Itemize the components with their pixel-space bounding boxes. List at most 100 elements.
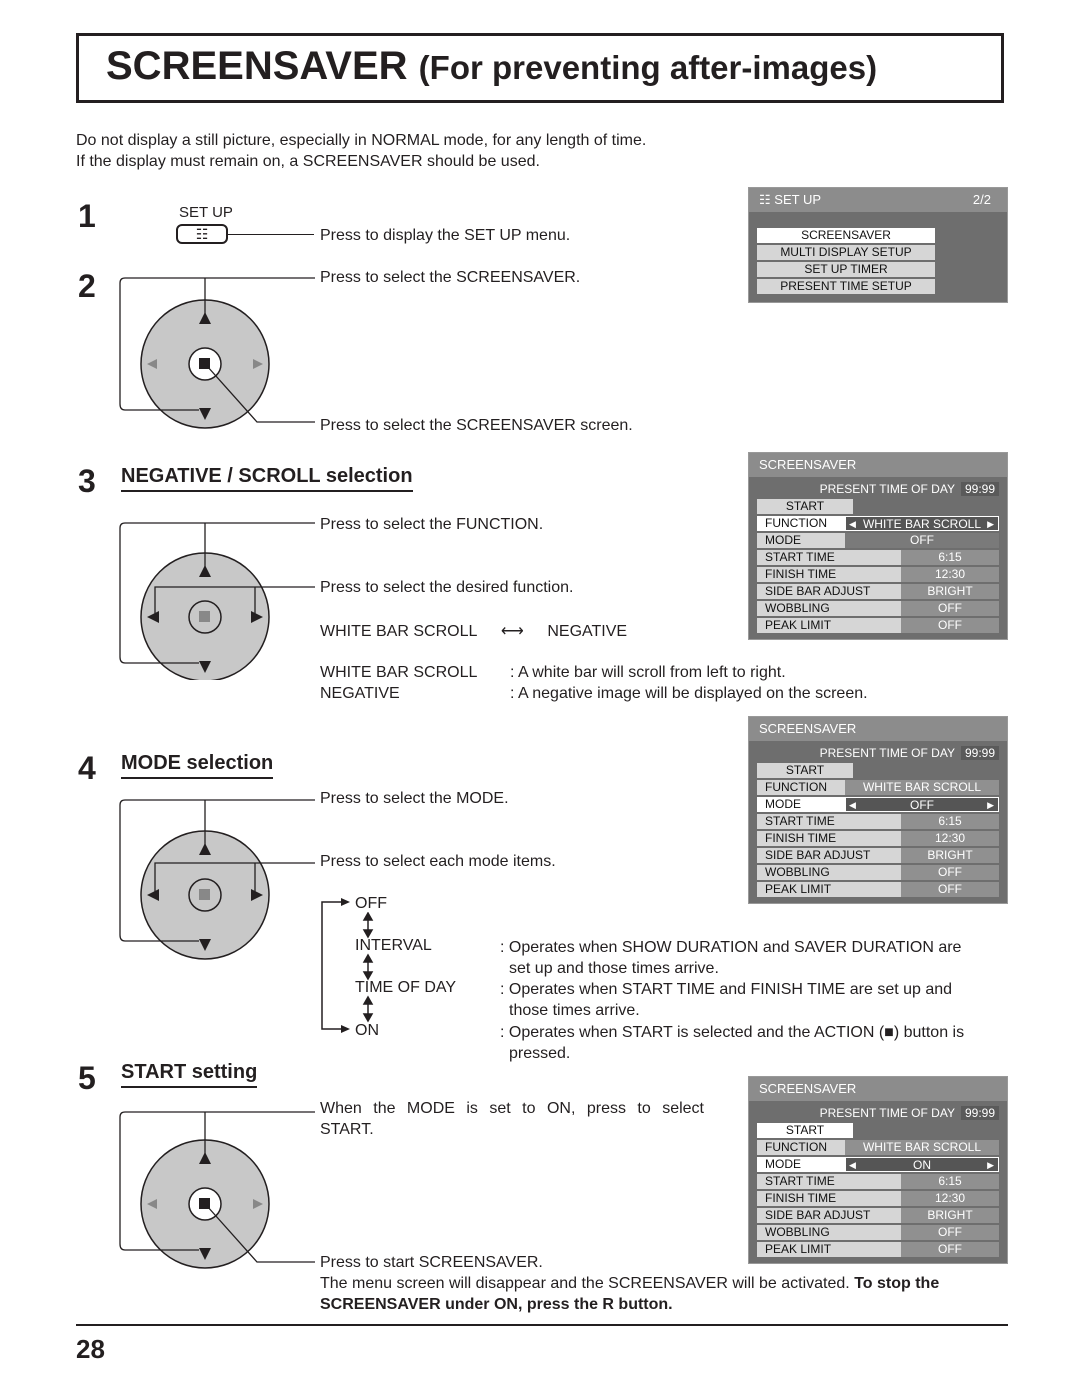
menu-item-set-up-timer[interactable]: SET UP TIMER	[757, 262, 935, 277]
ptod-label: PRESENT TIME OF DAY	[819, 746, 955, 760]
osd-title: SCREENSAVER	[749, 717, 1007, 741]
row-wobbling[interactable]: WOBBLING OFF	[757, 865, 999, 880]
row-value: WHITE BAR SCROLL	[845, 1140, 999, 1155]
osd-title: SCREENSAVER	[749, 1077, 1007, 1101]
row-value[interactable]: ◀ WHITE BAR SCROLL ▶	[845, 516, 999, 531]
mode-time-of-day: TIME OF DAY	[355, 979, 457, 996]
ptod-label: PRESENT TIME OF DAY	[819, 1106, 955, 1120]
row-mode[interactable]: MODE ◀ OFF ▶	[757, 797, 999, 812]
row-peak-limit[interactable]: PEAK LIMIT OFF	[757, 618, 999, 633]
dpad-step5[interactable]	[115, 1100, 315, 1270]
row-label: SIDE BAR ADJUST	[757, 1208, 901, 1223]
row-value[interactable]: ◀ ON ▶	[845, 1157, 999, 1172]
row-function[interactable]: FUNCTION WHITE BAR SCROLL	[757, 1140, 999, 1155]
title-main: SCREENSAVER	[106, 44, 408, 88]
row-wobbling[interactable]: WOBBLING OFF	[757, 601, 999, 616]
row-value: 6:15	[901, 814, 999, 829]
present-time-of-day: PRESENT TIME OF DAY 99:99	[820, 482, 999, 496]
row-label: FUNCTION	[757, 516, 845, 531]
step5-select-text-2: START.	[320, 1121, 374, 1138]
action-icon	[199, 889, 210, 900]
row-value: 12:30	[901, 1191, 999, 1206]
leader-line	[228, 234, 314, 235]
menu-item-multi-display-setup[interactable]: MULTI DISPLAY SETUP	[757, 245, 935, 260]
row-label: PEAK LIMIT	[757, 1242, 901, 1257]
page-title: SCREENSAVER (For preventing after-images…	[106, 44, 877, 89]
step4-select-text: Press to select the MODE.	[320, 790, 509, 807]
row-label: WOBBLING	[757, 601, 901, 616]
row-mode[interactable]: MODE ◀ ON ▶	[757, 1157, 999, 1172]
right-arrow-icon: ▶	[987, 800, 994, 810]
row-start-time[interactable]: START TIME 6:15	[757, 1174, 999, 1189]
row-label: WOBBLING	[757, 865, 901, 880]
setup-button[interactable]: ☷	[176, 224, 228, 244]
dpad-step3[interactable]	[115, 515, 315, 680]
desc-tod-2: those times arrive.	[509, 1002, 640, 1019]
start-button[interactable]: START	[757, 499, 853, 514]
row-label: MODE	[757, 533, 845, 548]
step4-heading: MODE selection	[121, 752, 274, 779]
intro-line-1: Do not display a still picture, especial…	[76, 132, 647, 149]
row-finish-time[interactable]: FINISH TIME 12:30	[757, 1191, 999, 1206]
left-arrow-icon: ◀	[849, 519, 856, 529]
desc-interval-1: : Operates when SHOW DURATION and SAVER …	[500, 939, 962, 956]
start-button[interactable]: START	[757, 763, 853, 778]
row-value: OFF	[901, 865, 999, 880]
row-wobbling[interactable]: WOBBLING OFF	[757, 1225, 999, 1240]
start-button[interactable]: START	[757, 1123, 853, 1138]
title-subtitle: (For preventing after-images)	[418, 49, 878, 86]
row-function[interactable]: FUNCTION ◀ WHITE BAR SCROLL ▶	[757, 516, 999, 531]
row-label: START TIME	[757, 550, 901, 565]
setup-menu-header: ☷ SET UP 2/2	[749, 188, 1007, 212]
row-value: OFF	[901, 618, 999, 633]
row-value: OFF	[901, 1225, 999, 1240]
row-value: OFF	[845, 533, 999, 548]
row-side-bar-adjust[interactable]: SIDE BAR ADJUST BRIGHT	[757, 848, 999, 863]
setup-menu-page: 2/2	[972, 192, 991, 207]
def-desc-negative: : A negative image will be displayed on …	[510, 685, 868, 702]
row-value: BRIGHT	[901, 848, 999, 863]
step-number-2: 2	[78, 268, 96, 304]
row-side-bar-adjust[interactable]: SIDE BAR ADJUST BRIGHT	[757, 584, 999, 599]
value-text: ON	[913, 1158, 931, 1172]
right-arrow-icon: ▶	[987, 1160, 994, 1170]
row-value[interactable]: ◀ OFF ▶	[845, 797, 999, 812]
left-arrow-icon: ◀	[849, 1160, 856, 1170]
row-finish-time[interactable]: FINISH TIME 12:30	[757, 567, 999, 582]
row-function[interactable]: FUNCTION WHITE BAR SCROLL	[757, 780, 999, 795]
desc-interval-2: set up and those times arrive.	[509, 960, 719, 977]
row-peak-limit[interactable]: PEAK LIMIT OFF	[757, 882, 999, 897]
row-finish-time[interactable]: FINISH TIME 12:30	[757, 831, 999, 846]
row-side-bar-adjust[interactable]: SIDE BAR ADJUST BRIGHT	[757, 1208, 999, 1223]
step2-select-text: Press to select the SCREENSAVER.	[320, 269, 581, 286]
left-arrow-icon: ◀	[849, 800, 856, 810]
row-value: WHITE BAR SCROLL	[845, 780, 999, 795]
step-number-1: 1	[78, 198, 96, 234]
setup-button-label: SET UP	[179, 204, 233, 221]
menu-item-screensaver[interactable]: SCREENSAVER	[757, 228, 935, 243]
menu-icon: ☷	[759, 192, 771, 207]
row-peak-limit[interactable]: PEAK LIMIT OFF	[757, 1242, 999, 1257]
double-arrow-icon: ⟷	[500, 623, 524, 640]
arrow-right-icon	[341, 1025, 350, 1033]
menu-icon: ☷	[195, 226, 209, 242]
step-number-3: 3	[78, 463, 96, 499]
desc-on-2: pressed.	[509, 1045, 571, 1062]
screensaver-menu-osd-1: SCREENSAVER PRESENT TIME OF DAY 99:99 STA…	[748, 452, 1008, 640]
desc-tod-1: : Operates when START TIME and FINISH TI…	[500, 981, 953, 998]
dpad-step2[interactable]	[115, 270, 315, 430]
mode-on: ON	[355, 1022, 379, 1039]
step1-text: Press to display the SET UP menu.	[320, 227, 571, 244]
step3-desired-text: Press to select the desired function.	[320, 579, 574, 596]
row-mode[interactable]: MODE OFF	[757, 533, 999, 548]
step5-note-line-1: The menu screen will disappear and the S…	[320, 1275, 939, 1293]
row-start-time[interactable]: START TIME 6:15	[757, 814, 999, 829]
menu-item-present-time-setup[interactable]: PRESENT TIME SETUP	[757, 279, 935, 294]
setup-menu-title: SET UP	[774, 192, 821, 207]
ptod-label: PRESENT TIME OF DAY	[819, 482, 955, 496]
step5-note-line-2: SCREENSAVER under ON, press the R button…	[320, 1296, 673, 1313]
dpad-step4[interactable]	[115, 790, 315, 960]
row-start-time[interactable]: START TIME 6:15	[757, 550, 999, 565]
action-icon	[199, 611, 210, 622]
row-value: 12:30	[901, 567, 999, 582]
